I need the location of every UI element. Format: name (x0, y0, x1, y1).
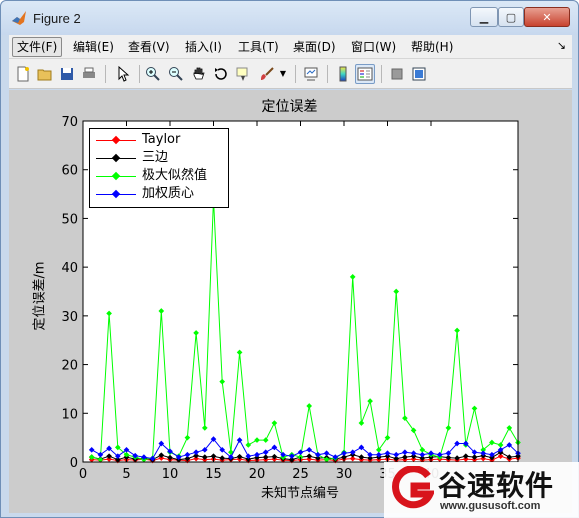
legend-label: 三边 (142, 150, 169, 165)
x-tick-label: 30 (336, 467, 353, 482)
legend-entry-trilateration: 三边 (94, 149, 226, 167)
chart-legend[interactable]: Taylor 三边 极大似然值 加权质心 (89, 128, 229, 208)
y-tick-label: 20 (61, 359, 78, 374)
legend-entry-weighted-centroid: 加权质心 (94, 185, 226, 203)
x-tick-label: 20 (249, 467, 266, 482)
y-tick-label: 30 (61, 310, 78, 325)
legend-label: 加权质心 (142, 186, 195, 201)
y-tick-label: 40 (61, 261, 78, 276)
plot-area[interactable]: 0510152025303540010203040506070 (0, 0, 579, 518)
watermark: 谷速软件 www.gususoft.com (384, 462, 579, 518)
legend-marker (111, 171, 121, 181)
x-tick-label: 15 (205, 467, 222, 482)
watermark-name: 谷速软件 (438, 469, 555, 502)
x-tick-label: 25 (292, 467, 309, 482)
legend-marker (111, 189, 121, 199)
legend-entry-taylor: Taylor (94, 131, 226, 149)
legend-label: 极大似然值 (142, 168, 208, 183)
y-tick-label: 10 (61, 407, 78, 422)
y-tick-label: 50 (61, 212, 78, 227)
gusu-logo-icon (392, 466, 434, 509)
legend-entry-max-likelihood: 极大似然值 (94, 167, 226, 185)
legend-marker (111, 153, 121, 163)
x-tick-label: 10 (162, 467, 179, 482)
legend-marker (111, 135, 121, 145)
y-tick-label: 70 (61, 115, 78, 130)
watermark-url: www.gususoft.com (440, 500, 541, 512)
x-tick-label: 0 (79, 467, 87, 482)
x-tick-label: 5 (122, 467, 130, 482)
y-tick-label: 60 (61, 164, 78, 179)
legend-label: Taylor (142, 132, 181, 147)
y-tick-label: 0 (70, 456, 78, 471)
